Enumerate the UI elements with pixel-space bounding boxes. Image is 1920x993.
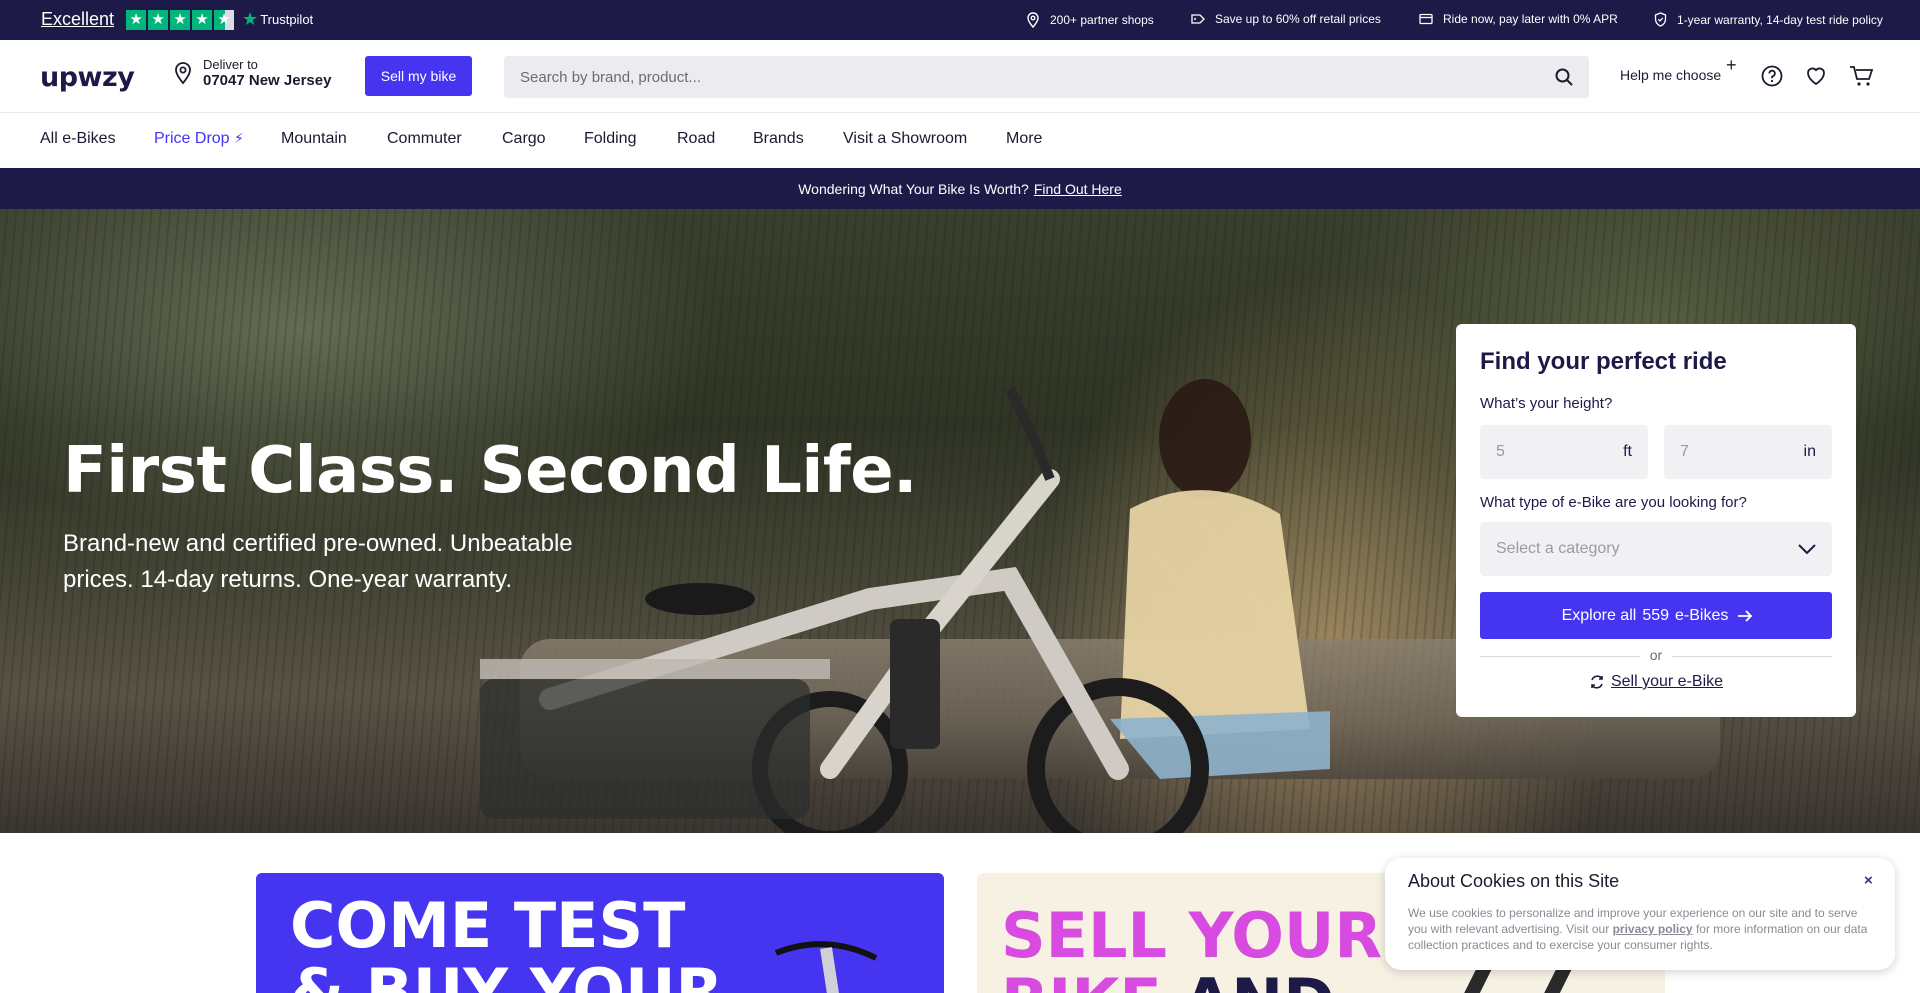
usp-partner-shops: 200+ partner shops — [1026, 12, 1154, 28]
nav-item-commuter[interactable]: Commuter — [387, 130, 462, 148]
hero-title: First Class. Second Life. — [63, 434, 917, 508]
test-ride-headline: COME TEST & BUY YOUR — [290, 893, 723, 993]
nav-item-label: Price Drop — [154, 130, 230, 147]
nav-item-all-ebikes[interactable]: All e-Bikes — [40, 130, 116, 148]
site-header: upwzy Deliver to 07047 New Jersey Sell m… — [0, 40, 1920, 113]
sell-bike-line-2b: AND — [1183, 965, 1334, 993]
nav-item-brands[interactable]: Brands — [753, 130, 804, 148]
inches-unit: in — [1803, 443, 1816, 460]
sell-bike-line-2: BIKE AND — [1001, 965, 1335, 993]
half-star-icon: ★ — [214, 9, 235, 30]
usp-text: Ride now, pay later with 0% APR — [1443, 12, 1618, 26]
test-ride-line-2: & BUY YOUR — [290, 955, 724, 993]
close-icon[interactable]: × — [1864, 872, 1873, 889]
sparkle-icon: + — [1726, 55, 1737, 75]
price-tag-icon — [1191, 14, 1205, 24]
promo-banner: Wondering What Your Bike Is Worth? Find … — [0, 168, 1920, 209]
height-label: What’s your height? — [1480, 395, 1613, 412]
test-ride-card[interactable]: COME TEST & BUY YOUR — [256, 873, 944, 993]
help-button[interactable] — [1760, 64, 1784, 93]
credit-card-icon — [1419, 13, 1433, 25]
privacy-policy-link[interactable]: privacy policy — [1613, 922, 1693, 936]
explore-suffix: e-Bikes — [1675, 606, 1729, 624]
category-placeholder: Select a category — [1496, 540, 1620, 557]
main-nav: All e-Bikes Price Drop ⚡ Mountain Commut… — [0, 114, 1920, 168]
feet-unit: ft — [1623, 443, 1632, 460]
star-icon: ★ — [148, 9, 169, 30]
cart-icon — [1850, 66, 1874, 86]
deliver-text: Deliver to 07047 New Jersey — [203, 57, 331, 89]
usp-text: 200+ partner shops — [1050, 13, 1154, 27]
wishlist-button[interactable] — [1804, 64, 1828, 93]
sell-bike-line-2a: BIKE — [1001, 965, 1162, 993]
nav-item-road[interactable]: Road — [677, 130, 715, 148]
cookie-text: We use cookies to personalize and improv… — [1408, 905, 1880, 953]
nav-item-more[interactable]: More — [1006, 130, 1042, 148]
trustpilot-stars: ★ ★ ★ ★ ★ — [126, 9, 235, 30]
heart-icon — [1807, 67, 1825, 86]
test-ride-line-1: COME TEST — [290, 889, 686, 962]
question-circle-icon — [1761, 65, 1783, 87]
search-input[interactable] — [504, 56, 1539, 98]
trustpilot-rating-label[interactable]: Excellent — [41, 9, 114, 30]
usp-financing: Ride now, pay later with 0% APR — [1419, 12, 1618, 26]
feet-placeholder: 5 — [1496, 443, 1505, 460]
star-icon: ★ — [170, 9, 191, 30]
shield-check-icon — [1654, 12, 1667, 27]
height-inches-input[interactable]: 7 in — [1664, 425, 1832, 479]
sell-my-bike-button[interactable]: Sell my bike — [365, 56, 472, 96]
nav-item-visit-showroom[interactable]: Visit a Showroom — [843, 130, 967, 148]
refresh-icon — [1591, 675, 1603, 689]
explore-prefix: Explore all — [1561, 606, 1637, 624]
usp-warranty: 1-year warranty, 14-day test ride policy — [1654, 12, 1883, 27]
lightning-icon: ⚡ — [234, 130, 244, 146]
chevron-down-icon — [1798, 544, 1816, 554]
sell-ebike-label: Sell your e-Bike — [1610, 673, 1724, 690]
sell-bike-line-1: SELL YOUR — [1001, 899, 1383, 972]
map-pin-icon — [1027, 12, 1039, 28]
trustpilot-logo: ★ Trustpilot — [242, 9, 313, 30]
deliver-label: Deliver to — [203, 57, 258, 72]
star-icon: ★ — [192, 9, 213, 30]
explore-all-button[interactable]: Explore all 559 e-Bikes — [1480, 592, 1832, 639]
usp-text: Save up to 60% off retail prices — [1215, 12, 1381, 26]
cart-button[interactable] — [1849, 64, 1875, 93]
sell-ebike-link[interactable]: Sell your e-Bike — [1456, 673, 1856, 691]
search-button[interactable] — [1539, 67, 1589, 87]
location-pin-icon — [175, 62, 191, 85]
or-separator: or — [1640, 647, 1672, 663]
search-bar — [504, 56, 1589, 98]
finder-title: Find your perfect ride — [1480, 348, 1727, 375]
nav-item-folding[interactable]: Folding — [584, 130, 636, 148]
category-select[interactable]: Select a category — [1480, 522, 1832, 576]
trustpilot-widget[interactable]: Excellent ★ ★ ★ ★ ★ ★ Trustpilot — [41, 9, 313, 30]
trustpilot-brand: Trustpilot — [260, 12, 314, 27]
explore-count: 559 — [1642, 606, 1670, 624]
cookie-title: About Cookies on this Site — [1408, 871, 1620, 891]
star-icon: ★ — [126, 9, 147, 30]
deliver-to-location[interactable]: Deliver to 07047 New Jersey — [173, 57, 331, 89]
bike-finder-card: Find your perfect ride What’s your heigh… — [1456, 324, 1856, 717]
nav-item-cargo[interactable]: Cargo — [502, 130, 546, 148]
nav-item-mountain[interactable]: Mountain — [281, 130, 347, 148]
height-feet-input[interactable]: 5 ft — [1480, 425, 1648, 479]
hero-subtitle: Brand-new and certified pre-owned. Unbea… — [63, 530, 573, 593]
promo-text: Wondering What Your Bike Is Worth? — [798, 180, 1029, 197]
site-logo[interactable]: upwzy — [40, 62, 135, 93]
ebike-type-label: What type of e-Bike are you looking for? — [1480, 494, 1747, 511]
nav-item-price-drop[interactable]: Price Drop ⚡ — [154, 130, 244, 148]
cookie-banner: About Cookies on this Site × We use cook… — [1385, 858, 1895, 970]
help-me-choose-label: Help me choose — [1620, 67, 1722, 83]
search-icon — [1555, 68, 1573, 86]
bike-handlebar-image — [774, 941, 878, 993]
arrow-right-icon — [1738, 609, 1753, 622]
top-trust-bar: Excellent ★ ★ ★ ★ ★ ★ Trustpilot 200+ pa… — [0, 0, 1920, 40]
trustpilot-star-icon: ★ — [242, 9, 259, 29]
deliver-location: 07047 New Jersey — [203, 72, 332, 89]
inches-placeholder: 7 — [1680, 443, 1689, 460]
help-me-choose-link[interactable]: Help me choose + — [1620, 55, 1737, 83]
usp-savings: Save up to 60% off retail prices — [1191, 12, 1381, 26]
promo-link[interactable]: Find Out Here — [1034, 181, 1122, 197]
usp-text: 1-year warranty, 14-day test ride policy — [1677, 12, 1883, 27]
